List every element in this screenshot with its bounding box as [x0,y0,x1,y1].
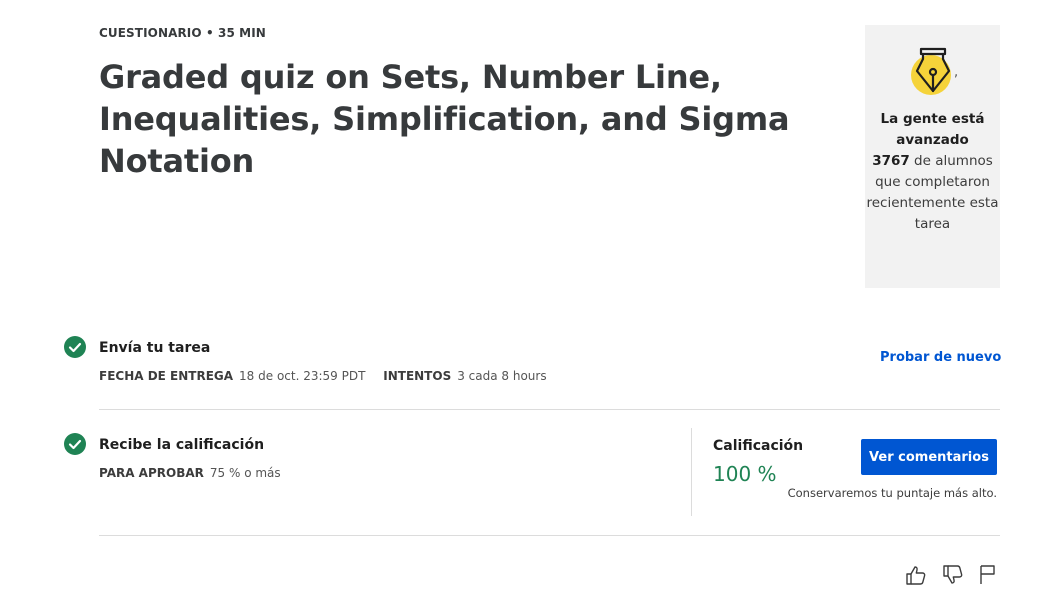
divider [99,535,1000,536]
learner-count: 3767 [872,153,910,169]
due-label: FECHA DE ENTREGA [99,369,234,383]
submit-title: Envía tu tarea [99,340,211,356]
divider [99,409,1000,410]
thumbs-up-icon[interactable] [904,563,928,587]
vertical-divider [691,428,692,516]
pass-value: 75 % o más [209,466,281,480]
retry-link[interactable]: Probar de nuevo [880,350,1001,365]
flag-icon[interactable] [976,563,1000,587]
completed-check-icon [64,336,86,358]
grade-value: 100 % [713,462,777,486]
attempts-value: 3 cada 8 hours [457,369,547,383]
thumbs-down-icon[interactable] [941,563,965,587]
highest-score-note: Conservaremos tu puntaje más alto. [787,486,997,500]
due-value: 18 de oct. 23:59 PDT [239,369,366,383]
submit-meta: FECHA DE ENTREGA 18 de oct. 23:59 PDT INT… [99,369,561,383]
pass-label: PARA APROBAR [99,466,204,480]
grade-title: Recibe la calificación [99,437,265,453]
card-heading: La gente está avanzado [880,111,985,148]
card-comma: , [954,65,959,80]
quiz-eyebrow: CUESTIONARIO • 35 MIN [99,26,266,40]
progress-card: , La gente está avanzado 3767 de alumnos… [865,25,1000,288]
completed-check-icon [64,433,86,455]
grade-label: Calificación [713,438,804,454]
card-text: La gente está avanzado 3767 de alumnos q… [865,109,1000,235]
pass-meta: PARA APROBAR 75 % o más [99,466,295,480]
attempts-label: INTENTOS [383,369,452,383]
view-feedback-button[interactable]: Ver comentarios [861,439,997,475]
page-title: Graded quiz on Sets, Number Line, Inequa… [99,58,790,180]
pen-nib-icon [909,45,959,97]
